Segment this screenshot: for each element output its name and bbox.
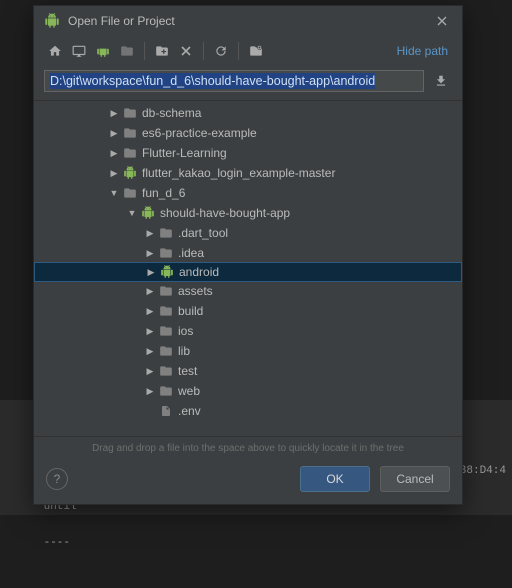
show-hidden-icon[interactable] — [245, 40, 267, 62]
tree-node[interactable]: ▶ lib — [34, 341, 462, 361]
folder-icon — [158, 324, 174, 338]
file-icon — [158, 404, 174, 418]
expand-arrow-icon[interactable]: ▶ — [144, 366, 156, 377]
path-text: D:\git\workspace\fun_d_6\should-have-bou… — [50, 73, 375, 89]
open-file-dialog: Open File or Project — [33, 5, 463, 505]
folder-icon — [122, 126, 138, 140]
tree-node[interactable]: ▶ ios — [34, 321, 462, 341]
tree-node-label: web — [178, 384, 200, 398]
help-button[interactable]: ? — [46, 468, 68, 490]
folder-icon — [122, 106, 138, 120]
android-icon — [140, 206, 156, 220]
expand-arrow-icon[interactable]: ▶ — [108, 108, 120, 119]
tree-node-label: ios — [178, 324, 193, 338]
module-icon[interactable] — [116, 40, 138, 62]
tree-node[interactable]: ▼ fun_d_6 — [34, 183, 462, 203]
expand-arrow-icon[interactable]: ▶ — [144, 228, 156, 239]
android-icon — [44, 13, 60, 29]
folder-icon — [158, 246, 174, 260]
tree-node[interactable]: ▶ .dart_tool — [34, 223, 462, 243]
expand-arrow-icon[interactable]: ▶ — [144, 346, 156, 357]
tree-node[interactable]: ▶ test — [34, 361, 462, 381]
tree-node[interactable]: ▶ db-schema — [34, 103, 462, 123]
tree-node[interactable]: ▶ assets — [34, 281, 462, 301]
tree-node[interactable]: ▶ flutter_kakao_login_example-master — [34, 163, 462, 183]
tree-node-label: es6-practice-example — [142, 126, 257, 140]
tree-node-label: .env — [178, 404, 201, 418]
tree-node-label: fun_d_6 — [142, 186, 185, 200]
hint-text: Drag and drop a file into the space abov… — [34, 437, 462, 458]
home-icon[interactable] — [44, 40, 66, 62]
tree-node[interactable]: ▼ should-have-bought-app — [34, 203, 462, 223]
expand-arrow-icon[interactable]: ▶ — [108, 128, 120, 139]
tree-node[interactable]: ▶ build — [34, 301, 462, 321]
dialog-title: Open File or Project — [68, 14, 432, 28]
expand-arrow-icon[interactable]: ▶ — [144, 286, 156, 297]
path-row: D:\git\workspace\fun_d_6\should-have-bou… — [34, 66, 462, 100]
tree-node[interactable]: .env — [34, 401, 462, 421]
tree-node-label: .dart_tool — [178, 226, 228, 240]
refresh-icon[interactable] — [210, 40, 232, 62]
folder-icon — [158, 226, 174, 240]
tree-node-label: lib — [178, 344, 190, 358]
separator — [203, 42, 204, 60]
expand-arrow-icon[interactable]: ▶ — [144, 326, 156, 337]
expand-arrow-icon[interactable]: ▶ — [145, 267, 157, 278]
folder-icon — [158, 384, 174, 398]
terminal-line: 38:D4:4 — [460, 465, 506, 477]
toolbar: Hide path — [34, 36, 462, 66]
project-icon[interactable] — [92, 40, 114, 62]
expand-arrow-icon[interactable]: ▶ — [108, 148, 120, 159]
tree-node-label: assets — [178, 284, 213, 298]
titlebar: Open File or Project — [34, 6, 462, 36]
separator — [144, 42, 145, 60]
folder-icon — [158, 344, 174, 358]
expand-arrow-icon[interactable]: ▼ — [126, 208, 138, 218]
tree-node-label: should-have-bought-app — [160, 206, 290, 220]
android-icon — [159, 265, 175, 279]
tree-node[interactable]: ▶ es6-practice-example — [34, 123, 462, 143]
file-tree[interactable]: ▶ db-schema ▶ es6-practice-example ▶ Flutter-… — [34, 100, 462, 437]
delete-icon[interactable] — [175, 40, 197, 62]
folder-icon — [122, 146, 138, 160]
folder-icon — [158, 364, 174, 378]
path-input[interactable]: D:\git\workspace\fun_d_6\should-have-bou… — [44, 70, 424, 92]
android-icon — [122, 166, 138, 180]
tree-node-label: flutter_kakao_login_example-master — [142, 166, 335, 180]
folder-icon — [158, 304, 174, 318]
expand-arrow-icon[interactable]: ▼ — [108, 188, 120, 198]
cancel-button[interactable]: Cancel — [380, 466, 450, 492]
expand-arrow-icon[interactable]: ▶ — [144, 306, 156, 317]
new-folder-icon[interactable] — [151, 40, 173, 62]
download-icon[interactable] — [430, 70, 452, 92]
tree-node-label: test — [178, 364, 197, 378]
folder-icon — [122, 186, 138, 200]
tree-node-label: android — [179, 265, 219, 279]
tree-node[interactable]: ▶ Flutter-Learning — [34, 143, 462, 163]
separator — [238, 42, 239, 60]
tree-node[interactable]: ▶ .idea — [34, 243, 462, 263]
expand-arrow-icon[interactable]: ▶ — [144, 386, 156, 397]
tree-node-label: db-schema — [142, 106, 201, 120]
desktop-icon[interactable] — [68, 40, 90, 62]
expand-arrow-icon[interactable]: ▶ — [144, 248, 156, 259]
hide-path-link[interactable]: Hide path — [393, 44, 452, 58]
tree-node-label: .idea — [178, 246, 204, 260]
tree-node[interactable]: ▶ web — [34, 381, 462, 401]
ok-button[interactable]: OK — [300, 466, 370, 492]
expand-arrow-icon[interactable]: ▶ — [108, 168, 120, 179]
terminal-line: ---- — [44, 537, 70, 549]
tree-node-label: build — [178, 304, 203, 318]
tree-node-label: Flutter-Learning — [142, 146, 227, 160]
folder-icon — [158, 284, 174, 298]
tree-node[interactable]: ▶ android — [34, 262, 462, 282]
close-icon[interactable] — [432, 11, 452, 31]
button-row: ? OK Cancel — [34, 458, 462, 504]
